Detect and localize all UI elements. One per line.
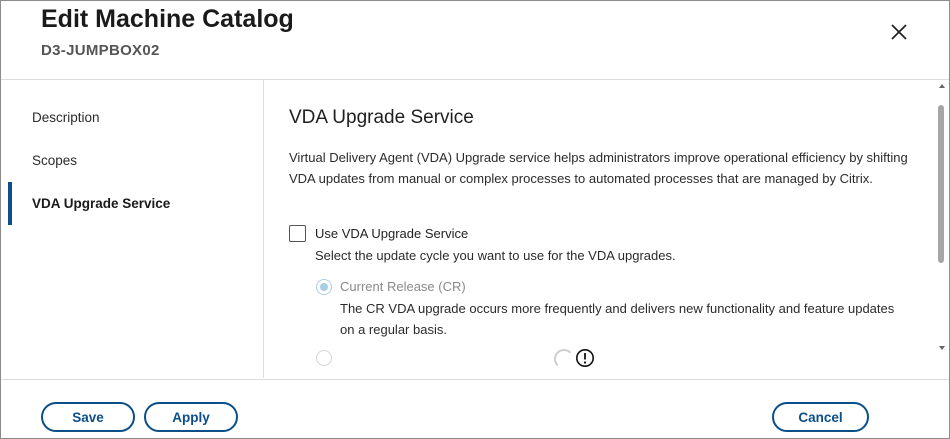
sidebar-item-scopes[interactable]: Scopes bbox=[32, 153, 77, 168]
content-scrollbar[interactable] bbox=[936, 80, 949, 378]
sidebar-item-description[interactable]: Description bbox=[32, 110, 100, 125]
exclamation-circle-icon[interactable] bbox=[575, 348, 595, 368]
scroll-up-arrow-icon[interactable] bbox=[939, 84, 945, 88]
apply-button[interactable]: Apply bbox=[144, 402, 238, 432]
sidebar-item-vda-upgrade-service[interactable]: VDA Upgrade Service bbox=[32, 196, 170, 211]
dialog-subtitle: D3-JUMPBOX02 bbox=[41, 42, 160, 59]
save-button[interactable]: Save bbox=[41, 402, 135, 432]
second-release-radio[interactable] bbox=[316, 350, 332, 366]
update-cycle-hint: Select the update cycle you want to use … bbox=[315, 248, 676, 263]
dialog-footer: Save Apply Cancel bbox=[1, 379, 949, 439]
scroll-thumb[interactable] bbox=[938, 105, 944, 263]
section-title: VDA Upgrade Service bbox=[289, 107, 474, 128]
dialog-header: Edit Machine Catalog D3-JUMPBOX02 bbox=[1, 1, 949, 80]
current-release-radio[interactable] bbox=[316, 279, 332, 295]
close-icon bbox=[891, 24, 907, 40]
spinner-icon bbox=[554, 349, 574, 369]
use-vda-upgrade-service-label[interactable]: Use VDA Upgrade Service bbox=[315, 226, 468, 241]
sidebar-nav: Description Scopes VDA Upgrade Service bbox=[1, 80, 264, 378]
dialog-title: Edit Machine Catalog bbox=[41, 5, 294, 33]
active-indicator bbox=[8, 182, 12, 225]
radio-selected-dot bbox=[320, 283, 328, 291]
current-release-label[interactable]: Current Release (CR) bbox=[340, 279, 466, 294]
section-description: Virtual Delivery Agent (VDA) Upgrade ser… bbox=[289, 150, 908, 186]
current-release-description: The CR VDA upgrade occurs more frequentl… bbox=[340, 301, 895, 337]
edit-machine-catalog-dialog: Edit Machine Catalog D3-JUMPBOX02 Descri… bbox=[0, 0, 950, 439]
content-panel: VDA Upgrade Service Virtual Delivery Age… bbox=[264, 80, 936, 378]
close-button[interactable] bbox=[885, 18, 913, 46]
use-vda-upgrade-service-checkbox[interactable] bbox=[289, 225, 306, 242]
cancel-button[interactable]: Cancel bbox=[772, 402, 869, 432]
scroll-down-arrow-icon[interactable] bbox=[939, 346, 945, 350]
